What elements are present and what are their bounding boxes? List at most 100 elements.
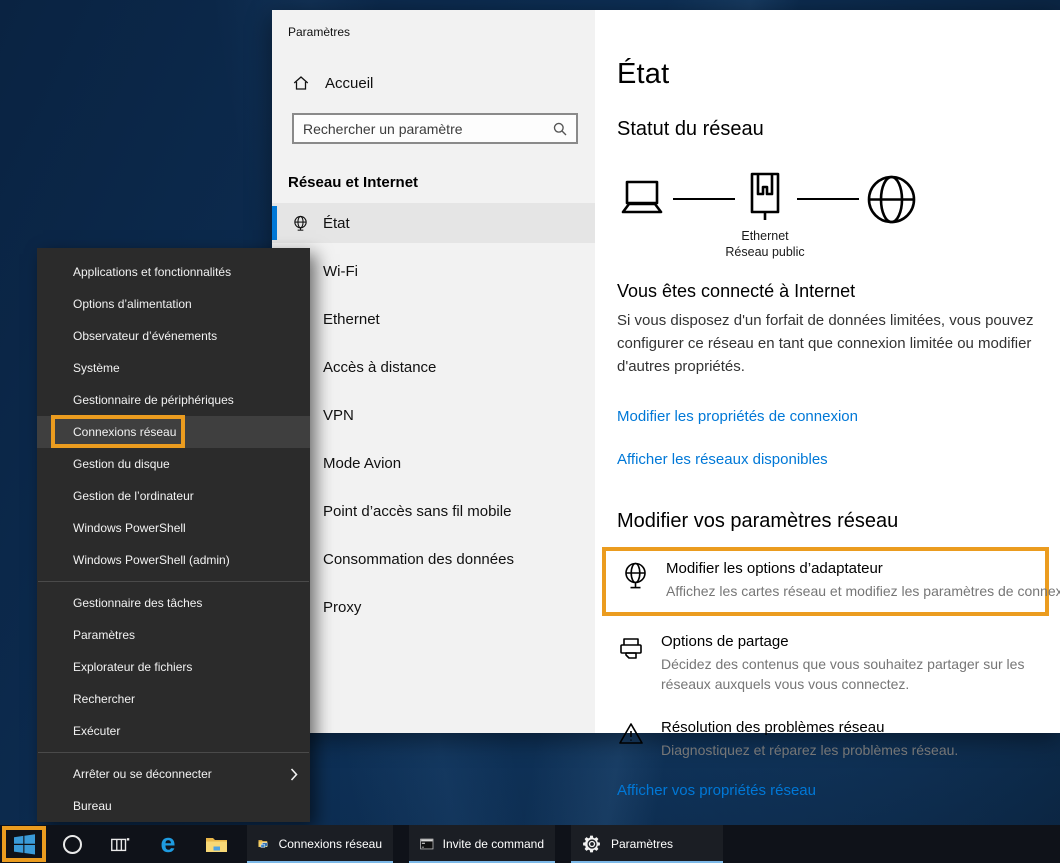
taskbar-button-label: Connexions réseau [279,837,382,851]
laptop-icon [617,179,667,219]
sidebar-item-label: État [323,215,350,232]
taskbar-button-label: Invite de command [443,837,544,851]
settings-window: Paramètres Accueil Réseau et Internet [272,10,1060,733]
connection-type: Réseau public [725,245,804,259]
connected-status-title: Vous êtes connecté à Internet [617,281,1060,302]
sidebar-item-etat[interactable]: État [272,203,595,243]
sidebar-item-label: Accès à distance [323,359,436,376]
network-status-heading: Statut du réseau [617,118,1060,141]
winx-item-run[interactable]: Exécuter [37,715,310,747]
connected-status-body: Si vous disposez d'un forfait de données… [617,310,1060,379]
sidebar-home-label: Accueil [325,75,373,92]
winx-item-powershell-admin[interactable]: Windows PowerShell (admin) [37,544,310,576]
start-button[interactable] [0,825,48,863]
highlight-box-adapter-options: Modifier les options d’adaptateur Affich… [602,547,1049,616]
setting-row-sharing-options[interactable]: Options de partage Décidez des contenus … [617,633,1060,695]
sidebar-item-vpn[interactable]: VPN [272,395,595,435]
search-input[interactable] [294,121,552,137]
sidebar-item-proxy[interactable]: Proxy [272,587,595,627]
sidebar-item-mode-avion[interactable]: Mode Avion [272,443,595,483]
menu-separator [38,752,309,753]
link-modify-connection-properties[interactable]: Modifier les propriétés de connexion [617,408,1060,425]
connection-labels: Ethernet Réseau public [695,228,835,260]
sidebar-item-label: Point d’accès sans fil mobile [323,503,511,520]
setting-row-description: Affichez les cartes réseau et modifiez l… [666,581,1060,601]
edge-icon: e [160,830,175,857]
winx-item-power-options[interactable]: Options d’alimentation [37,288,310,320]
winx-item-label: Arrêter ou se déconnecter [73,767,212,781]
taskbar-button-settings[interactable]: Paramètres [571,825,723,863]
settings-sidebar: Paramètres Accueil Réseau et Internet [272,10,595,733]
edge-button[interactable]: e [144,825,192,863]
internet-globe-icon [865,173,918,226]
highlight-box-start-button [2,826,46,862]
taskbar-button-label: Paramètres [611,837,673,851]
cortana-button[interactable] [48,825,96,863]
sidebar-section-title: Réseau et Internet [288,174,418,191]
settings-main-pane: État Statut du réseau Ethernet Réseau pu… [595,10,1060,733]
winx-item-shutdown[interactable]: Arrêter ou se déconnecter [37,758,310,790]
sidebar-item-hotspot[interactable]: Point d’accès sans fil mobile [272,491,595,531]
setting-row-title: Résolution des problèmes réseau [661,719,1060,736]
link-show-available-networks[interactable]: Afficher les réseaux disponibles [617,451,1060,468]
setting-row-adapter-options[interactable]: Modifier les options d’adaptateur Affich… [622,560,1037,601]
sidebar-nav: État Wi-Fi Ethernet Accès à distance VPN… [272,203,595,635]
winx-item-settings[interactable]: Paramètres [37,619,310,651]
connection-line [797,198,859,200]
connection-line [673,198,735,200]
sidebar-item-label: Consommation des données [323,551,514,568]
chevron-right-icon [290,768,298,781]
network-settings-heading: Modifier vos paramètres réseau [617,510,1060,533]
winx-item-event-viewer[interactable]: Observateur d’événements [37,320,310,352]
setting-row-title: Modifier les options d’adaptateur [666,560,1060,577]
sidebar-item-wifi[interactable]: Wi-Fi [272,251,595,291]
globe-status-icon [292,215,309,232]
taskbar-button-network-connections[interactable]: Connexions réseau [247,825,393,863]
file-explorer-icon [205,835,228,854]
sidebar-item-consommation[interactable]: Consommation des données [272,539,595,579]
winx-item-search[interactable]: Rechercher [37,683,310,715]
task-view-icon [109,834,131,854]
menu-separator [38,581,309,582]
winx-item-file-explorer[interactable]: Explorateur de fichiers [37,651,310,683]
warning-icon [617,721,644,747]
file-explorer-button[interactable] [192,825,240,863]
sidebar-item-label: VPN [323,407,354,424]
page-title: État [617,58,1060,91]
sidebar-item-label: Proxy [323,599,361,616]
cortana-icon [63,835,82,854]
winx-item-task-manager[interactable]: Gestionnaire des tâches [37,587,310,619]
sidebar-item-acces-distance[interactable]: Accès à distance [272,347,595,387]
network-status-diagram: Ethernet Réseau public [617,171,1060,227]
taskbar: e Connexions réseau Invite de command [0,825,1060,863]
task-view-button[interactable] [96,825,144,863]
winx-item-computer-management[interactable]: Gestion de l’ordinateur [37,480,310,512]
gear-icon [582,834,602,854]
winx-item-desktop[interactable]: Bureau [37,790,310,822]
settings-search-box[interactable] [292,113,578,144]
home-icon [292,74,310,92]
sidebar-item-label: Ethernet [323,311,380,328]
winx-item-device-manager[interactable]: Gestionnaire de périphériques [37,384,310,416]
taskbar-button-command-prompt[interactable]: Invite de command [409,825,555,863]
sidebar-item-label: Mode Avion [323,455,401,472]
window-title: Paramètres [288,25,350,39]
winx-item-apps-features[interactable]: Applications et fonctionnalités [37,256,310,288]
link-view-network-properties[interactable]: Afficher vos propriétés réseau [617,782,1060,799]
highlight-box-network-connections [51,415,185,448]
connection-name: Ethernet [741,229,788,243]
ethernet-connector-icon: Ethernet Réseau public [743,172,787,226]
adapter-icon [622,562,649,591]
winx-item-disk-management[interactable]: Gestion du disque [37,448,310,480]
setting-row-description: Diagnostiquez et réparez les problèmes r… [661,740,1060,760]
winx-item-system[interactable]: Système [37,352,310,384]
sidebar-item-label: Wi-Fi [323,263,358,280]
setting-row-troubleshoot[interactable]: Résolution des problèmes réseau Diagnost… [617,719,1060,760]
sidebar-item-home[interactable]: Accueil [292,74,373,92]
sharing-icon [617,635,644,661]
winx-item-powershell[interactable]: Windows PowerShell [37,512,310,544]
search-icon[interactable] [552,121,568,137]
sidebar-item-ethernet[interactable]: Ethernet [272,299,595,339]
setting-row-description: Décidez des contenus que vous souhaitez … [661,654,1060,695]
network-folder-icon [258,834,270,854]
